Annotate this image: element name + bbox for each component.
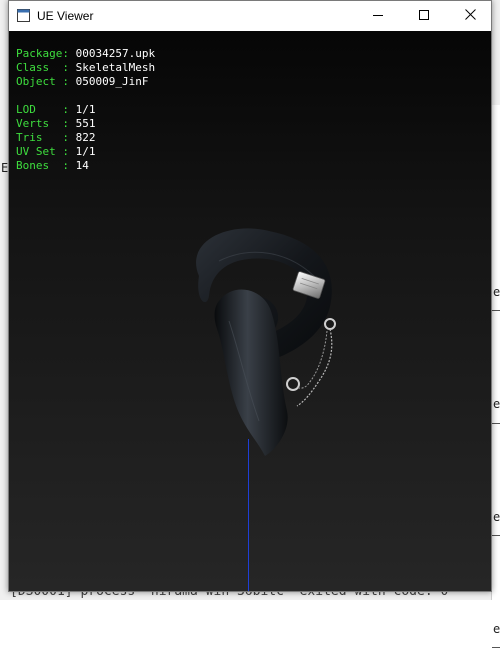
background-glyph: e [493,285,500,299]
package-value: 00034257.upk [75,47,156,60]
verts-row: Verts : 551 [16,117,96,130]
lod-row: LOD : 1/1 [16,103,96,116]
minimize-icon [373,7,383,25]
background-divider [492,535,500,536]
vertical-axis-line [248,439,249,591]
close-button[interactable] [447,1,493,31]
bones-value: 14 [75,159,89,172]
maximize-button[interactable] [401,1,447,31]
lod-value: 1/1 [75,103,96,116]
tris-value: 822 [75,131,96,144]
chain-ring [286,377,300,391]
minimize-button[interactable] [355,1,401,31]
app-window-icon [17,9,30,22]
chain-ring [324,318,336,330]
package-row: Package: 00034257.upk [16,47,156,60]
tris-row: Tris : 822 [16,131,96,144]
background-glyph: e [493,510,500,524]
title-bar[interactable]: UE Viewer [9,1,491,31]
background-glyph: e [493,622,500,636]
window-title: UE Viewer [37,9,94,23]
3d-viewport[interactable]: Package: 00034257.upk Class : SkeletalMe… [9,31,491,591]
class-row: Class : SkeletalMesh [16,61,156,74]
background-divider [492,423,500,424]
uvset-value: 1/1 [75,145,96,158]
background-right-panel: e e e e [491,105,500,648]
ue-viewer-window[interactable]: UE Viewer Package: 00034257.upk Class : … [8,0,492,592]
object-value: 050009_JinF [75,75,149,88]
uvset-row: UV Set : 1/1 [16,145,96,158]
close-icon [464,7,476,25]
object-row: Object : 050009_JinF [16,75,149,88]
background-divider [492,310,500,311]
bones-row: Bones : 14 [16,159,89,172]
mesh-info-overlay: Package: 00034257.upk Class : SkeletalMe… [16,47,155,173]
skeletal-mesh-model[interactable] [159,201,359,461]
verts-value: 551 [75,117,96,130]
class-value: SkeletalMesh [75,61,156,74]
background-glyph: e [493,397,500,411]
maximize-icon [419,7,429,25]
